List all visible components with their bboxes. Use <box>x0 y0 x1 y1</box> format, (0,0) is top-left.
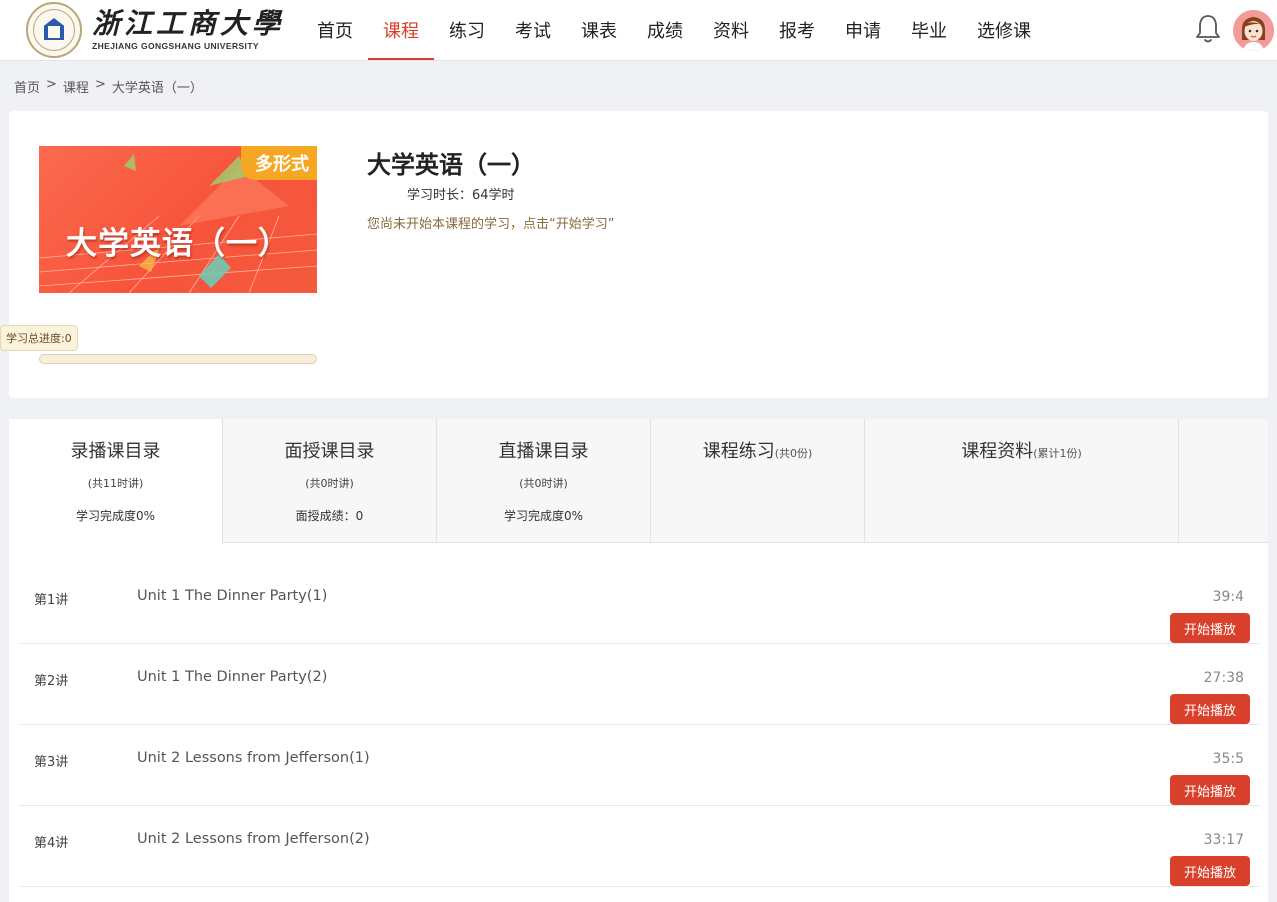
course-start-hint: 您尚未开始本课程的学习，点击“开始学习” <box>367 217 615 232</box>
tab-live-lectures[interactable]: 直播课目录 (共0时讲) 学习完成度0% <box>437 419 651 543</box>
nav-electives[interactable]: 选修课 <box>962 0 1046 60</box>
lecture-number: 第2讲 <box>34 674 69 689</box>
course-tabs: 录播课目录 (共11时讲) 学习完成度0% 面授课目录 (共0时讲) 面授成绩：… <box>9 419 1268 544</box>
cover-course-title: 大学英语（一） <box>66 226 290 262</box>
nav-practice[interactable]: 练习 <box>434 0 500 60</box>
lecture-title[interactable]: Unit 1 The Dinner Party(1) <box>137 588 327 604</box>
start-playback-button[interactable]: 开始播放 <box>1170 856 1250 886</box>
tab-count: (累计1份) <box>1033 447 1082 460</box>
university-logo[interactable]: 浙江工商大學 ZHEJIANG GONGSHANG UNIVERSITY <box>26 2 285 58</box>
course-duration: 学习时长：64学时 <box>407 188 515 203</box>
course-content-panel: 录播课目录 (共11时讲) 学习完成度0% 面授课目录 (共0时讲) 面授成绩：… <box>9 419 1268 902</box>
main-nav: 首页 课程 练习 考试 课表 成绩 资料 报考 申请 毕业 选修课 <box>302 0 1046 60</box>
nav-courses[interactable]: 课程 <box>368 0 434 60</box>
university-seal-icon <box>26 2 82 58</box>
lecture-title[interactable]: Unit 2 Lessons from Jefferson(1) <box>137 750 370 766</box>
tab-completion: 学习完成度0% <box>75 509 156 523</box>
tab-course-materials[interactable]: 课程资料(累计1份) <box>865 419 1179 543</box>
lecture-number: 第1讲 <box>34 593 69 608</box>
logo-chinese-name: 浙江工商大學 <box>92 7 285 40</box>
start-playback-button[interactable]: 开始播放 <box>1170 694 1250 724</box>
tab-title: 录播课目录 <box>70 441 161 462</box>
lecture-row: 第4讲 Unit 2 Lessons from Jefferson(2) 33:… <box>19 806 1259 887</box>
tab-course-exercises[interactable]: 课程练习(共0份) <box>651 419 865 543</box>
lecture-duration: 35:5 <box>1212 751 1244 767</box>
breadcrumb-courses[interactable]: 课程 <box>63 77 89 96</box>
tab-title: 课程资料 <box>961 441 1034 462</box>
nav-registration[interactable]: 报考 <box>764 0 830 60</box>
tab-count: (共0份) <box>774 447 813 460</box>
lecture-row: 第2讲 Unit 1 The Dinner Party(2) 27:38 开始播… <box>19 644 1259 725</box>
nav-exams[interactable]: 考试 <box>500 0 566 60</box>
tab-lecture-count: (共0时讲) <box>305 477 354 490</box>
cover-format-tag: 多形式 <box>241 146 317 180</box>
lecture-list: 第1讲 Unit 1 The Dinner Party(1) 39:4 开始播放… <box>19 563 1259 887</box>
breadcrumb-home[interactable]: 首页 <box>14 77 40 96</box>
lecture-number: 第3讲 <box>34 755 69 770</box>
lecture-row: 第3讲 Unit 2 Lessons from Jefferson(1) 35:… <box>19 725 1259 806</box>
lecture-duration: 39:4 <box>1212 589 1244 605</box>
breadcrumb-separator: > <box>94 77 106 92</box>
tab-title: 面授课目录 <box>284 441 375 462</box>
breadcrumb: 首页 > 课程 > 大学英语（一） <box>14 77 203 96</box>
nav-home[interactable]: 首页 <box>302 0 368 60</box>
progress-tooltip: 学习总进度:0 <box>0 325 78 351</box>
lecture-row: 第1讲 Unit 1 The Dinner Party(1) 39:4 开始播放 <box>19 563 1259 644</box>
tab-lecture-count: (共11时讲) <box>87 477 144 490</box>
start-playback-button[interactable]: 开始播放 <box>1170 613 1250 643</box>
lecture-title[interactable]: Unit 2 Lessons from Jefferson(2) <box>137 831 370 847</box>
lecture-duration: 33:17 <box>1203 832 1244 848</box>
course-title: 大学英语（一） <box>367 151 535 179</box>
lecture-number: 第4讲 <box>34 836 69 851</box>
lecture-duration: 27:38 <box>1203 670 1244 686</box>
tab-recorded-lectures[interactable]: 录播课目录 (共11时讲) 学习完成度0% <box>9 419 223 544</box>
tab-empty <box>1179 419 1268 543</box>
user-avatar[interactable] <box>1233 10 1274 51</box>
progress-bar <box>39 354 317 364</box>
top-navbar: 浙江工商大學 ZHEJIANG GONGSHANG UNIVERSITY 首页 … <box>0 0 1277 61</box>
nav-graduation[interactable]: 毕业 <box>896 0 962 60</box>
nav-grades[interactable]: 成绩 <box>632 0 698 60</box>
course-cover-image: 多形式 大学英语（一） <box>39 146 317 293</box>
course-info-card: 多形式 大学英语（一） 大学英语（一） 学习时长：64学时 您尚未开始本课程的学… <box>0 111 1268 398</box>
avatar-girl-icon <box>1233 10 1274 51</box>
breadcrumb-separator: > <box>46 77 57 92</box>
nav-materials[interactable]: 资料 <box>698 0 764 60</box>
notification-bell-icon[interactable] <box>1193 13 1223 45</box>
nav-applications[interactable]: 申请 <box>830 0 896 60</box>
tab-completion: 学习完成度0% <box>503 509 584 523</box>
breadcrumb-current: 大学英语（一） <box>111 81 203 96</box>
tab-in-person-lectures[interactable]: 面授课目录 (共0时讲) 面授成绩：0 <box>223 419 437 543</box>
tab-lecture-count: (共0时讲) <box>519 477 568 490</box>
start-playback-button[interactable]: 开始播放 <box>1170 775 1250 805</box>
tab-title: 课程练习 <box>702 441 775 462</box>
nav-timetable[interactable]: 课表 <box>566 0 632 60</box>
lecture-title[interactable]: Unit 1 The Dinner Party(2) <box>137 669 327 685</box>
tab-title: 直播课目录 <box>498 441 589 462</box>
logo-english-name: ZHEJIANG GONGSHANG UNIVERSITY <box>92 41 259 51</box>
tab-score: 面授成绩：0 <box>295 509 364 523</box>
